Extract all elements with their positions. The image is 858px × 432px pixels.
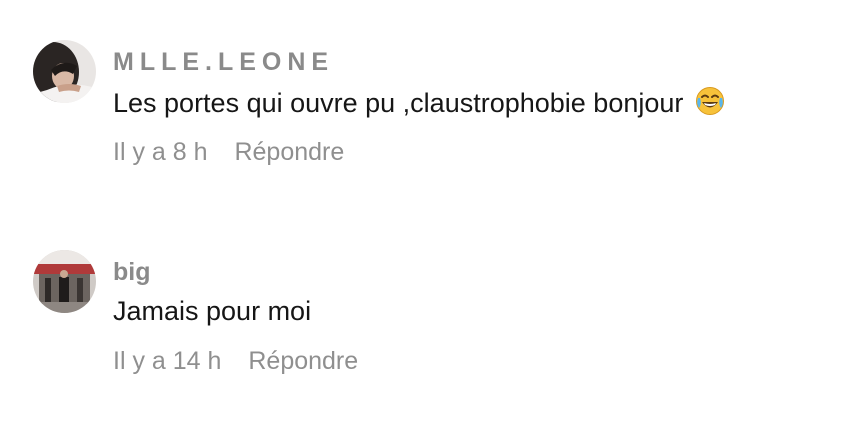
comment-text: Les portes qui ouvre pu ,claustrophobie … [113, 86, 725, 123]
avatar[interactable] [33, 250, 96, 313]
comment-username[interactable]: big [113, 258, 151, 287]
comment-timestamp: Il y a 8 h [113, 138, 208, 166]
reply-button[interactable]: Répondre [248, 347, 358, 375]
comment-username[interactable]: MLLE.LEONE [113, 48, 334, 77]
comment-text: Jamais pour moi [113, 296, 312, 326]
avatar[interactable] [33, 40, 96, 103]
comment-meta: Il y a 14 h Répondre [113, 347, 358, 376]
comment-timestamp: Il y a 14 h [113, 347, 222, 375]
comment-meta: Il y a 8 h Répondre [113, 138, 344, 167]
comment-text-content: Les portes qui ouvre pu ,claustrophobie … [113, 88, 684, 118]
tears-of-joy-emoji-icon [695, 86, 725, 123]
reply-button[interactable]: Répondre [234, 138, 344, 166]
